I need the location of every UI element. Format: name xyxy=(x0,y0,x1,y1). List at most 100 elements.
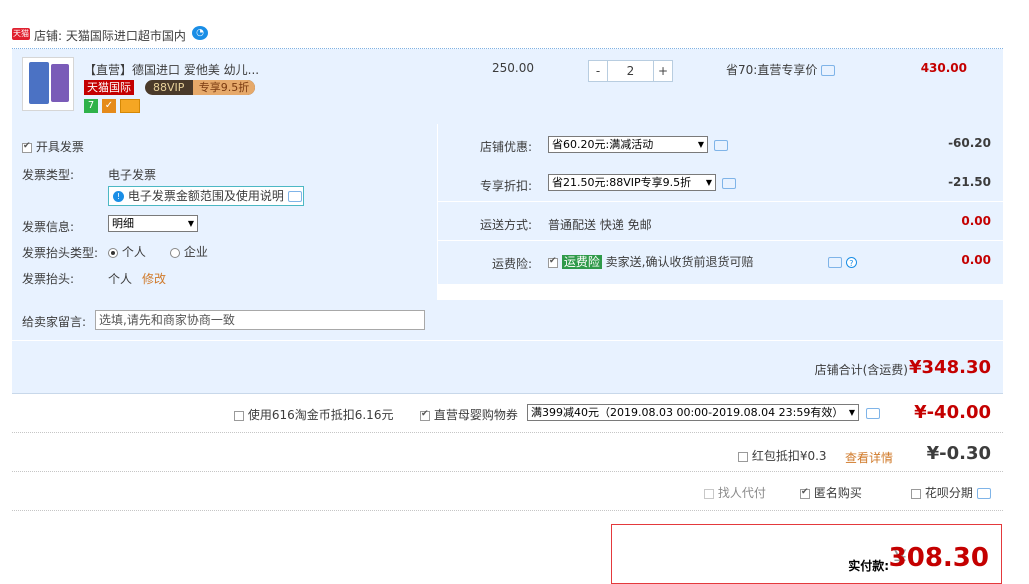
comment-icon[interactable] xyxy=(866,408,880,419)
dropdown-arrow-icon: ▼ xyxy=(187,219,194,228)
vip-discount-label: 专享9.5折 xyxy=(193,80,255,95)
help-icon[interactable]: ? xyxy=(845,257,857,268)
taojinbi-option[interactable]: 使用616淘金币抵扣6.16元 xyxy=(234,406,393,423)
huabei-option[interactable]: 花呗分期 xyxy=(911,484,991,501)
coupon-option[interactable]: 直营母婴购物券 xyxy=(420,406,518,423)
shop-discount-amount: -60.20 xyxy=(948,136,991,150)
divider xyxy=(438,240,1003,241)
pay-label: 实付款: xyxy=(848,559,889,573)
anonymous-checkbox[interactable] xyxy=(800,487,810,499)
shop-total-row: 店铺合计(含运费) ¥348.30 xyxy=(12,341,1003,394)
shop-discount-select[interactable]: 省60.20元:满减活动 ▼ xyxy=(548,136,708,153)
insurance-checkbox[interactable] xyxy=(548,256,558,268)
invoice-type-label: 发票类型: xyxy=(22,168,75,182)
hongbao-detail-link[interactable]: 查看详情 xyxy=(845,449,893,466)
vip-discount-amount: -21.50 xyxy=(948,175,991,189)
shop-name[interactable]: 店铺: 天猫国际进口超市国内 xyxy=(34,27,186,44)
insurance-label: 运费险: xyxy=(492,257,533,271)
invoice-panel: 开具发票 发票类型: 电子发票 ! 电子发票金额范围及使用说明 发票信息: 明细… xyxy=(12,124,437,300)
huabei-checkbox[interactable] xyxy=(911,488,921,499)
shop-total-label: 店铺合计(含运费) xyxy=(814,363,908,377)
comment-icon[interactable] xyxy=(821,65,836,76)
quantity-increase-button[interactable]: + xyxy=(653,60,673,82)
hongbao-option[interactable]: 红包抵扣¥0.3 xyxy=(738,447,827,464)
coupon-checkbox[interactable] xyxy=(420,409,430,421)
invoice-personal-option[interactable]: 个人 xyxy=(108,243,146,260)
vip-discount-value: 省21.50元:88VIP专享9.5折 xyxy=(552,176,692,189)
shop-header: 天猫 店铺: 天猫国际进口超市国内 ◔ xyxy=(12,22,1003,49)
invoice-checkbox[interactable] xyxy=(22,141,32,153)
shop-discount-value: 省60.20元:满减活动 xyxy=(552,138,654,151)
comment-icon[interactable] xyxy=(714,140,728,151)
coupon-label: 直营母婴购物券 xyxy=(433,408,518,422)
anonymous-label: 匿名购买 xyxy=(813,486,862,500)
product-box-image xyxy=(51,64,69,102)
comment-icon[interactable] xyxy=(722,178,736,189)
tmall-logo-icon: 天猫 xyxy=(12,28,30,40)
shop-total-value: ¥348.30 xyxy=(909,357,991,378)
insurance-icons[interactable]: ? xyxy=(828,255,857,269)
item-subtotal: 430.00 xyxy=(920,61,967,75)
invoice-scope-note[interactable]: ! 电子发票金额范围及使用说明 xyxy=(108,186,304,206)
product-title[interactable]: 【直营】德国进口 爱他美 幼儿... xyxy=(84,61,259,78)
options-row: 找人代付 匿名购买 花呗分期 xyxy=(12,472,1003,511)
invoice-info-select[interactable]: 明细 ▼ xyxy=(108,215,198,232)
message-row: 给卖家留言: 选填,请先和商家协商一致 xyxy=(12,300,1003,340)
proxy-pay-label: 找人代付 xyxy=(717,486,766,500)
tmall-global-badge: 天猫国际 xyxy=(84,80,134,95)
insurance-amount: 0.00 xyxy=(961,253,991,267)
coupon-select[interactable]: 满399减40元（2019.08.03 00:00-2019.08.04 23:… xyxy=(527,404,859,421)
insurance-value: 卖家送,确认收货前退货可赔 xyxy=(605,255,754,269)
vip-discount-label: 专享折扣: xyxy=(480,179,533,193)
seven-day-return-icon: 7 xyxy=(84,99,98,113)
taojinbi-label: 使用616淘金币抵扣6.16元 xyxy=(247,408,394,422)
product-thumbnail[interactable] xyxy=(22,57,74,111)
pay-amount: 308.30 xyxy=(888,543,989,573)
quantity-decrease-button[interactable]: - xyxy=(588,60,608,82)
save-note-text: 省70:直营专享价 xyxy=(726,63,818,77)
invoice-header-label: 发票抬头: xyxy=(22,272,75,286)
coupon-value: 满399减40元（2019.08.03 00:00-2019.08.04 23:… xyxy=(531,406,844,419)
comment-icon xyxy=(287,191,302,202)
hongbao-amount: ¥-0.30 xyxy=(926,443,991,464)
price-save-note: 省70:直营专享价 xyxy=(726,61,836,78)
invoice-company-label: 企业 xyxy=(183,245,208,259)
comment-icon[interactable] xyxy=(976,488,991,499)
radio-company[interactable] xyxy=(170,247,180,258)
invoice-open-toggle[interactable]: 开具发票 xyxy=(22,138,84,155)
taojinbi-checkbox[interactable] xyxy=(234,410,244,421)
invoice-info-value: 明细 xyxy=(112,217,134,230)
hongbao-label: 红包抵扣¥0.3 xyxy=(751,449,827,463)
vip-badge-label: 88VIP xyxy=(153,81,185,94)
invoice-type-value: 电子发票 xyxy=(108,168,157,182)
shipping-value: 普通配送 快递 免邮 xyxy=(548,218,652,232)
promotion-panel: 店铺优惠: 省60.20元:满减活动 ▼ -60.20 专享折扣: 省21.50元… xyxy=(438,124,1003,284)
info-icon: ! xyxy=(113,191,124,202)
quantity-input[interactable]: 2 xyxy=(608,60,653,82)
invoice-note-text: 电子发票金额范围及使用说明 xyxy=(127,189,284,203)
seller-message-input[interactable]: 选填,请先和商家协商一致 xyxy=(95,310,425,330)
invoice-title-type-label: 发票抬头类型: xyxy=(22,246,99,260)
proxy-pay-checkbox[interactable] xyxy=(704,488,714,499)
dropdown-arrow-icon: ▼ xyxy=(705,178,712,187)
invoice-edit-link[interactable]: 修改 xyxy=(142,270,166,287)
vip-discount-select[interactable]: 省21.50元:88VIP专享9.5折 ▼ xyxy=(548,174,716,191)
insurance-option[interactable]: 运费险 卖家送,确认收货前退货可赔 xyxy=(548,253,754,270)
payment-summary-box: 实付款: ¥ 308.30 xyxy=(611,524,1002,584)
invoice-company-option[interactable]: 企业 xyxy=(170,243,208,260)
hongbao-row: 红包抵扣¥0.3 查看详情 ¥-0.30 xyxy=(12,433,1003,472)
product-can-image xyxy=(29,62,49,104)
dropdown-arrow-icon: ▼ xyxy=(848,408,855,417)
invoice-personal-label: 个人 xyxy=(121,245,146,259)
anonymous-option[interactable]: 匿名购买 xyxy=(800,484,862,501)
proxy-pay-option[interactable]: 找人代付 xyxy=(704,484,766,501)
hongbao-checkbox[interactable] xyxy=(738,451,748,462)
radio-personal[interactable] xyxy=(108,247,118,258)
wangwang-chat-icon[interactable]: ◔ xyxy=(192,26,208,40)
shipping-amount: 0.00 xyxy=(961,214,991,228)
comment-icon[interactable] xyxy=(828,257,842,268)
shipping-label: 运送方式: xyxy=(480,218,533,232)
coupon-amount: ¥-40.00 xyxy=(914,402,991,423)
shop-discount-label: 店铺优惠: xyxy=(480,140,533,154)
huabei-label: 花呗分期 xyxy=(924,486,973,500)
